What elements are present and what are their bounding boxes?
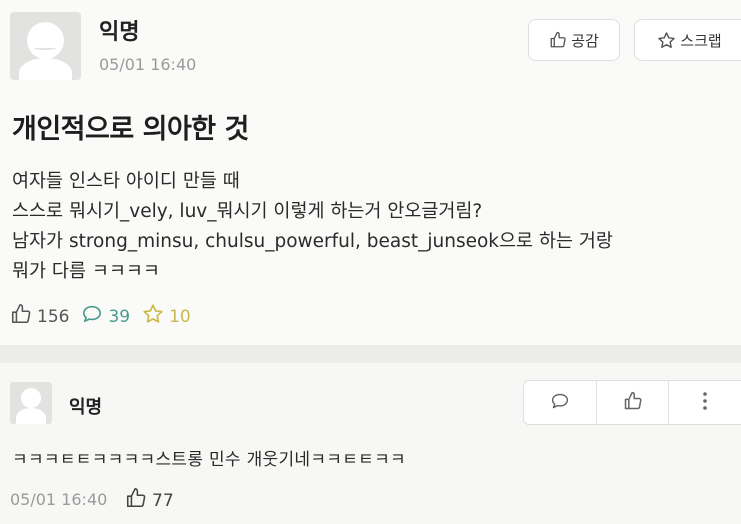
like-button[interactable]: 공감 bbox=[528, 19, 620, 61]
author-avatar bbox=[10, 12, 81, 80]
body-line: 뭐가 다름 ㅋㅋㅋㅋ bbox=[12, 261, 160, 282]
comment-like-button[interactable] bbox=[597, 381, 670, 424]
speech-bubble-icon bbox=[81, 304, 103, 329]
speech-bubble-icon bbox=[550, 392, 570, 414]
scrap-button[interactable]: 스크랩 bbox=[634, 19, 741, 61]
star-icon bbox=[142, 303, 164, 330]
scrap-label: 스크랩 bbox=[680, 31, 722, 50]
thumbs-up-icon bbox=[623, 391, 643, 415]
comment-count-value: 39 bbox=[108, 306, 131, 327]
comment-actions bbox=[523, 380, 741, 425]
post-card: 익명 05/01 16:40 공감 스크랩 개인적으로 의아한 것 여자들 인스… bbox=[0, 0, 741, 345]
scrap-count-value: 10 bbox=[169, 306, 191, 327]
thumbs-up-icon bbox=[10, 303, 32, 330]
thumbs-up-icon bbox=[549, 31, 567, 49]
body-line: 여자들 인스타 아이디 만들 때 bbox=[12, 171, 240, 192]
post-body: 여자들 인스타 아이디 만들 때 스스로 뭐시기_vely, luv_뭐시기 이… bbox=[12, 167, 613, 287]
comment-count: 39 bbox=[81, 304, 130, 329]
comment-like-value: 77 bbox=[152, 490, 174, 511]
comment-author: 익명 bbox=[69, 397, 103, 418]
comment-text: ㅋㅋㅋㅌㅌㅋㅋㅋㅋ스트롱 민수 개웃기네ㅋㅋㅌㅌㅋㅋ bbox=[12, 450, 406, 470]
post-author: 익명 bbox=[99, 20, 140, 45]
reply-button[interactable] bbox=[524, 381, 597, 424]
post-stats: 156 39 10 bbox=[10, 303, 203, 330]
section-divider bbox=[0, 345, 741, 363]
comment-like-count: 77 bbox=[125, 487, 174, 514]
post-title: 개인적으로 의아한 것 bbox=[12, 114, 249, 145]
body-line: 스스로 뭐시기_vely, luv_뭐시기 이렇게 하는거 안오글거림? bbox=[12, 201, 483, 222]
comment-item: 익명 ㅋㅋㅋㅌㅌㅋㅋㅋㅋ스트롱 민수 개웃기네ㅋㅋㅌㅌㅋㅋ 05/01 16:4… bbox=[0, 363, 741, 524]
more-vertical-icon bbox=[702, 391, 708, 415]
scrap-count: 10 bbox=[142, 303, 191, 330]
like-count: 156 bbox=[10, 303, 69, 330]
star-icon bbox=[657, 31, 676, 50]
like-count-value: 156 bbox=[37, 306, 70, 327]
body-line: 남자가 strong_minsu, chulsu_powerful, beast… bbox=[12, 231, 613, 252]
like-label: 공감 bbox=[571, 31, 599, 50]
thumbs-up-icon bbox=[125, 487, 147, 514]
comment-timestamp: 05/01 16:40 bbox=[10, 490, 108, 509]
post-timestamp: 05/01 16:40 bbox=[99, 55, 197, 74]
more-button[interactable] bbox=[669, 381, 741, 424]
commenter-avatar bbox=[10, 382, 52, 424]
